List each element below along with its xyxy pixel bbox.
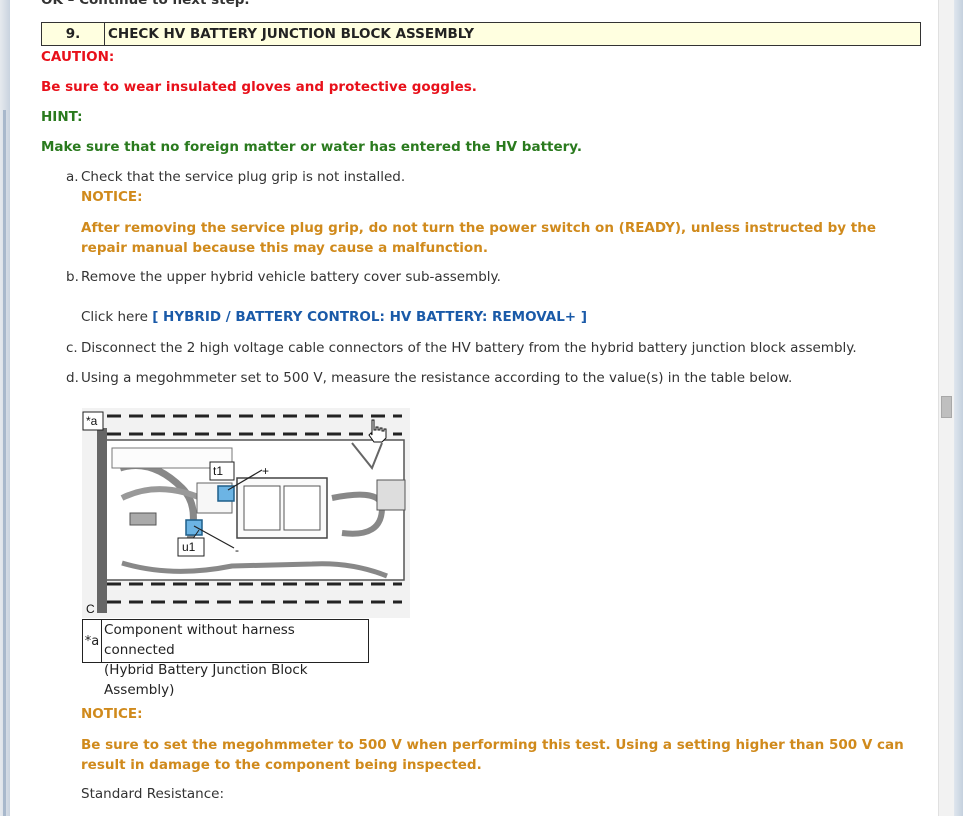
item-a-text: Check that the service plug grip is not … bbox=[81, 169, 406, 185]
step-title: CHECK HV BATTERY JUNCTION BLOCK ASSEMBLY bbox=[108, 26, 475, 42]
figure-bottom-label: C bbox=[86, 602, 95, 616]
item-b-marker: b. bbox=[66, 269, 79, 285]
item-c-marker: c. bbox=[66, 340, 78, 356]
notice-text: After removing the service plug grip, do… bbox=[81, 220, 877, 256]
minus-terminal-label: - bbox=[235, 543, 239, 557]
legend-description: Component without harness connected (Hyb… bbox=[102, 620, 368, 698]
plus-terminal-label: + bbox=[262, 464, 269, 478]
notice-2-label: NOTICE: bbox=[81, 706, 143, 722]
hint-label: HINT: bbox=[41, 109, 83, 125]
junction-block-drawing: *a t1 u1 + - C bbox=[82, 408, 410, 618]
terminal-t1-label: t1 bbox=[213, 464, 223, 478]
notice-label: NOTICE: bbox=[81, 189, 143, 205]
vertical-scrollbar[interactable] bbox=[938, 0, 955, 816]
item-b-text: Remove the upper hybrid vehicle battery … bbox=[81, 269, 501, 285]
caution-label: CAUTION: bbox=[41, 49, 115, 65]
notice-2-text: Be sure to set the megohmmeter to 500 V … bbox=[81, 737, 904, 773]
click-here-row: Click here [ HYBRID / BATTERY CONTROL: H… bbox=[81, 309, 587, 325]
item-d-marker: d. bbox=[66, 370, 79, 386]
junction-block-illustration: *a t1 u1 + - C bbox=[82, 408, 410, 618]
previous-step-result: OK – Continue to next step. bbox=[41, 0, 250, 8]
figure-legend: *a Component without harness connected (… bbox=[82, 619, 369, 698]
standard-resistance-label: Standard Resistance: bbox=[81, 786, 225, 802]
legend-line-2: (Hybrid Battery Junction Block Assembly) bbox=[104, 662, 308, 698]
legend-line-1: Component without harness connected bbox=[104, 622, 295, 658]
hint-text: Make sure that no foreign matter or wate… bbox=[41, 139, 582, 155]
terminal-u1-label: u1 bbox=[182, 540, 196, 554]
click-here-prefix: Click here bbox=[81, 309, 148, 325]
step-header: 9. CHECK HV BATTERY JUNCTION BLOCK ASSEM… bbox=[41, 22, 921, 46]
document-content: OK – Continue to next step. 9. CHECK HV … bbox=[0, 0, 938, 816]
item-a-marker: a. bbox=[66, 169, 79, 185]
caution-text: Be sure to wear insulated gloves and pro… bbox=[41, 79, 477, 95]
removal-procedure-link[interactable]: [ HYBRID / BATTERY CONTROL: HV BATTERY: … bbox=[152, 309, 587, 325]
window-right-frame bbox=[954, 0, 963, 816]
item-c-text: Disconnect the 2 high voltage cable conn… bbox=[81, 340, 857, 356]
scrollbar-thumb[interactable] bbox=[941, 396, 952, 418]
figure-corner-label: *a bbox=[86, 414, 98, 428]
item-d-text: Using a megohmmeter set to 500 V, measur… bbox=[81, 370, 793, 386]
legend-key: *a bbox=[83, 620, 103, 662]
step-number: 9. bbox=[42, 23, 105, 45]
